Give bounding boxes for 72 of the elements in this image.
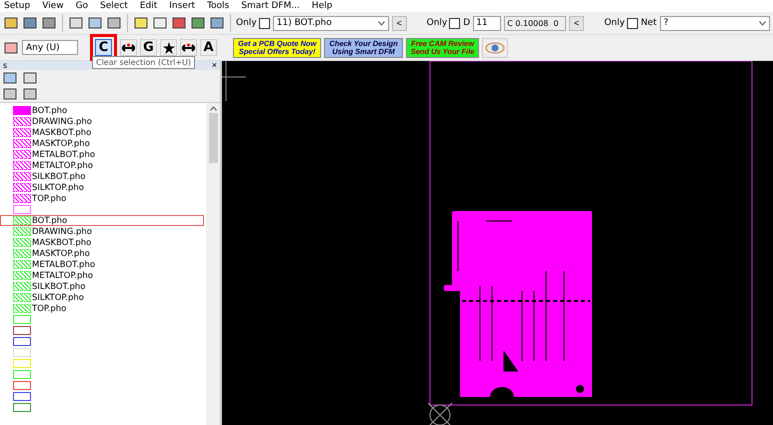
arrows-tool-button[interactable] [180, 39, 197, 56]
eye-button[interactable] [482, 38, 508, 58]
previous-button[interactable]: < [392, 16, 407, 30]
layer-name: DRAWING.pho [32, 116, 92, 126]
tool-button[interactable]: A [200, 39, 217, 56]
net-dropdown[interactable]: ? [660, 16, 770, 30]
menu-item[interactable]: Tools [207, 0, 230, 12]
only-checkbox[interactable]: Only [426, 18, 460, 28]
tooltip: Clear selection (Ctrl+U) [92, 56, 195, 69]
menu-item[interactable]: Setup [4, 0, 30, 12]
only-checkbox[interactable]: Only [236, 18, 270, 28]
layer-row[interactable]: MASKTOP.pho [0, 248, 204, 259]
net-label: Net [640, 18, 657, 28]
layer-name: SILKTOP.pho [32, 182, 84, 192]
dcode-label: D [463, 18, 470, 28]
filter-dropdown[interactable]: Any (U) [22, 40, 78, 55]
layer-dropdown[interactable]: 11) BOT.pho [272, 16, 389, 30]
layer-name: METALTOP.pho [32, 270, 93, 280]
layer-name: MASKBOT.pho [32, 238, 92, 248]
scroll-up-icon[interactable] [210, 106, 216, 111]
arrows-tool-button[interactable] [120, 39, 137, 56]
layer-name: METALTOP.pho [32, 160, 93, 170]
layer-row[interactable]: MASKTOP.pho [0, 138, 204, 149]
layer-row[interactable]: BOT.pho [0, 215, 204, 226]
layer-row[interactable]: TOP.pho [0, 303, 204, 314]
layer-name: DRAWING.pho [32, 226, 92, 236]
layer-name: BOT.pho [32, 216, 68, 226]
layer-name: TOP.pho [32, 304, 66, 314]
menu-item[interactable]: Smart DFM... [241, 0, 300, 12]
layer-row[interactable]: BOT.pho [0, 105, 204, 116]
layer-name: SILKTOP.pho [32, 292, 84, 302]
layer-row[interactable]: METALTOP.pho [0, 160, 204, 171]
menu-item[interactable]: Select [100, 0, 128, 12]
layer-row[interactable]: DRAWING.pho [0, 226, 204, 237]
previous-button[interactable]: < [569, 16, 584, 30]
layer-name: MASKTOP.pho [32, 138, 90, 148]
layer-name: METALBOT.pho [32, 150, 96, 160]
layer-name: SILKBOT.pho [32, 172, 86, 182]
dcode-readout: C 0.10008 0 [504, 16, 566, 30]
scroll-thumb[interactable] [208, 113, 218, 163]
layer-name: MASKTOP.pho [32, 248, 90, 258]
layer-row[interactable]: METALBOT.pho [0, 149, 204, 160]
layer-row[interactable]: MASKBOT.pho [0, 127, 204, 138]
layer-name: MASKBOT.pho [32, 128, 92, 138]
menu-item[interactable]: Help [312, 0, 332, 12]
layer-row[interactable]: SILKBOT.pho [0, 281, 204, 292]
layer-row[interactable]: DRAWING.pho [0, 116, 204, 127]
close-button[interactable]: × [212, 61, 217, 70]
only-checkbox[interactable]: Only [604, 18, 638, 28]
drawing-canvas[interactable] [222, 61, 773, 425]
layer-row[interactable]: SILKBOT.pho [0, 171, 204, 182]
layer-row[interactable]: MASKBOT.pho [0, 237, 204, 248]
star-tool-button[interactable] [160, 39, 177, 56]
layer-row[interactable]: SILKTOP.pho [0, 182, 204, 193]
crosshair-drawing [222, 61, 246, 102]
dcode-field[interactable]: 11 [473, 16, 502, 30]
menu-item[interactable]: Insert [169, 0, 196, 12]
layer-row[interactable]: METALTOP.pho [0, 270, 204, 281]
layer-name: SILKBOT.pho [32, 282, 86, 292]
layer-name: BOT.pho [32, 106, 68, 116]
layer-name: TOP.pho [32, 194, 66, 204]
scrollbar[interactable] [206, 103, 220, 425]
origin-marker-icon [428, 402, 452, 425]
tool-button[interactable]: G [140, 39, 157, 56]
menu-item[interactable]: Go [76, 0, 88, 12]
layer-row[interactable]: METALBOT.pho [0, 259, 204, 270]
layer-row[interactable]: SILKTOP.pho [0, 292, 204, 303]
layer-name: METALBOT.pho [32, 260, 96, 270]
menu-item[interactable]: View [42, 0, 64, 12]
menu-item[interactable]: Edit [140, 0, 158, 12]
panel-title: s [3, 61, 8, 70]
layer-row[interactable]: TOP.pho [0, 193, 204, 204]
